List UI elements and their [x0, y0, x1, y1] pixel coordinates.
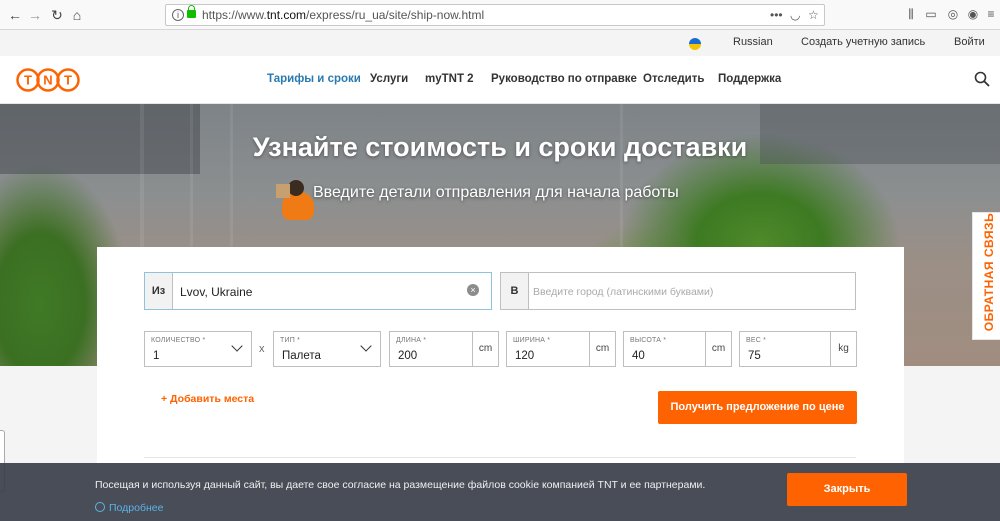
- login-link[interactable]: Войти: [954, 36, 985, 48]
- quantity-label: КОЛИЧЕСТВО *: [151, 337, 206, 344]
- library-icon[interactable]: ⫼: [904, 7, 918, 21]
- extension-icon[interactable]: ◉: [966, 7, 980, 21]
- get-quote-button[interactable]: Получить предложение по цене: [658, 391, 857, 424]
- width-input[interactable]: ШИРИНА * 120 cm: [506, 331, 616, 367]
- feedback-tab[interactable]: ОБРАТНАЯ СВЯЗЬ: [972, 212, 1000, 340]
- home-icon[interactable]: ⌂: [68, 6, 86, 24]
- width-value[interactable]: 120: [515, 350, 534, 362]
- to-field[interactable]: В Введите город (латинскими буквами): [500, 272, 856, 310]
- hero-title: Узнайте стоимость и сроки доставки: [252, 132, 748, 162]
- language-selector[interactable]: Russian: [733, 36, 773, 48]
- cookie-text: Посещая и используя данный сайт, вы дает…: [95, 479, 706, 491]
- length-value[interactable]: 200: [398, 350, 417, 362]
- svg-text:T: T: [64, 73, 72, 88]
- ukraine-flag-icon: [689, 38, 701, 50]
- height-value[interactable]: 40: [632, 350, 645, 362]
- quantity-select[interactable]: КОЛИЧЕСТВО * 1: [144, 331, 252, 367]
- url-text: https://www.tnt.com/express/ru_ua/site/s…: [202, 8, 485, 22]
- quantity-value: 1: [153, 350, 160, 362]
- width-label: ШИРИНА *: [513, 337, 551, 344]
- cookie-banner: Посещая и используя данный сайт, вы дает…: [0, 463, 1000, 521]
- add-place-link[interactable]: + Добавить места: [161, 393, 254, 405]
- height-unit: cm: [705, 332, 731, 366]
- length-unit: cm: [472, 332, 498, 366]
- type-label: ТИП *: [280, 337, 301, 344]
- courier-figure: [276, 178, 318, 224]
- weight-input[interactable]: ВЕС * 75 kg: [739, 331, 857, 367]
- cookie-more-link[interactable]: Подробнее: [95, 502, 163, 514]
- nav-shipping-guide[interactable]: Руководство по отправке: [491, 73, 637, 85]
- globe-icon[interactable]: ◎: [946, 7, 960, 21]
- weight-unit: kg: [830, 332, 856, 366]
- nav-rates-and-times[interactable]: Тарифы и сроки: [267, 73, 361, 85]
- type-value: Палета: [282, 350, 321, 362]
- back-icon[interactable]: ←: [6, 6, 24, 24]
- svg-text:T: T: [24, 73, 32, 88]
- browser-toolbar: ← → ↻ ⌂ i https://www.tnt.com/express/ru…: [0, 0, 1000, 30]
- weight-label: ВЕС *: [746, 337, 767, 344]
- main-navigation: T N T Тарифы и сроки Услуги myTNT 2 Руко…: [0, 56, 1000, 104]
- tnt-logo[interactable]: T N T: [16, 68, 80, 92]
- cookie-close-button[interactable]: Закрыть: [787, 473, 907, 506]
- feedback-label: ОБРАТНАЯ СВЯЗЬ: [982, 212, 996, 332]
- to-input[interactable]: Введите город (латинскими буквами): [533, 286, 713, 298]
- page-actions-icon[interactable]: •••: [770, 8, 783, 22]
- height-input[interactable]: ВЫСОТА * 40 cm: [623, 331, 732, 367]
- menu-icon[interactable]: ≡: [984, 7, 998, 21]
- hero-subtitle: Введите детали отправления для начала ра…: [313, 184, 679, 201]
- length-input[interactable]: ДЛИНА * 200 cm: [389, 331, 499, 367]
- chevron-down-icon: [231, 340, 243, 352]
- weight-value[interactable]: 75: [748, 350, 761, 362]
- height-label: ВЫСОТА *: [630, 337, 667, 344]
- address-bar[interactable]: i https://www.tnt.com/express/ru_ua/site…: [165, 4, 825, 26]
- nav-services[interactable]: Услуги: [370, 73, 408, 85]
- nav-mytnt[interactable]: myTNT 2: [425, 73, 474, 85]
- forward-icon[interactable]: →: [26, 6, 44, 24]
- times-sign: x: [259, 343, 265, 355]
- from-prefix: Из: [145, 273, 173, 309]
- nav-support[interactable]: Поддержка: [718, 73, 781, 85]
- utility-bar: Russian Создать учетную запись Войти: [0, 30, 1000, 56]
- search-icon[interactable]: [974, 71, 990, 87]
- to-prefix: В: [501, 273, 529, 309]
- divider: [144, 457, 856, 458]
- length-label: ДЛИНА *: [396, 337, 427, 344]
- chevron-down-icon: [360, 340, 372, 352]
- width-unit: cm: [589, 332, 615, 366]
- from-field[interactable]: Из Lvov, Ukraine ×: [144, 272, 492, 310]
- clear-icon[interactable]: ×: [467, 284, 479, 296]
- bookmark-star-icon[interactable]: ☆: [808, 8, 819, 22]
- info-circle-icon: [95, 502, 105, 512]
- reload-icon[interactable]: ↻: [48, 6, 66, 24]
- pocket-icon[interactable]: ◡: [790, 8, 800, 22]
- type-select[interactable]: ТИП * Палета: [273, 331, 381, 367]
- nav-track[interactable]: Отследить: [643, 73, 704, 85]
- from-input[interactable]: Lvov, Ukraine: [180, 285, 252, 299]
- cookie-more-label: Подробнее: [109, 502, 164, 514]
- lock-icon: [187, 5, 196, 18]
- sidebar-icon[interactable]: ▭: [924, 7, 938, 21]
- create-account-link[interactable]: Создать учетную запись: [801, 36, 925, 48]
- info-icon[interactable]: i: [172, 9, 184, 21]
- svg-text:N: N: [43, 73, 52, 88]
